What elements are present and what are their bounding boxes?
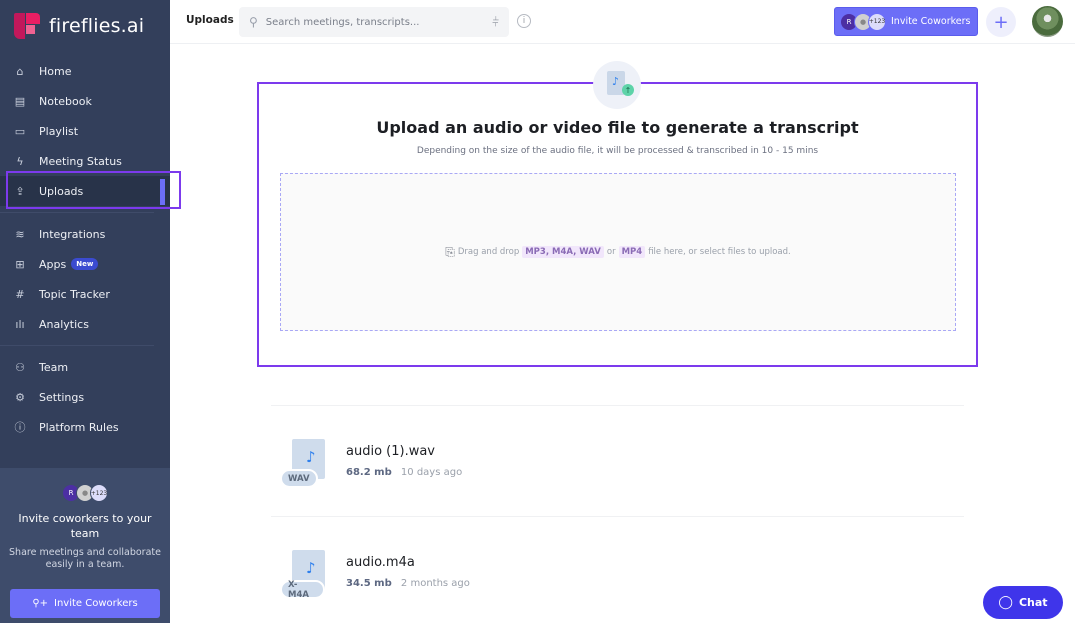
chat-button[interactable]: ◯ Chat [983, 586, 1063, 619]
sidebar-item-analytics[interactable]: ılı Analytics [0, 309, 170, 339]
sidebar-item-topic-tracker[interactable]: # Topic Tracker [0, 279, 170, 309]
chat-bubble-icon: ◯ [998, 595, 1013, 610]
file-type-tag: X-M4A [280, 580, 325, 600]
new-badge: New [71, 258, 99, 270]
logo[interactable]: fireflies.ai [14, 12, 144, 40]
sidebar-item-label: Analytics [39, 317, 89, 331]
formats-primary: MP3, M4A, WAV [522, 246, 604, 258]
user-avatar[interactable] [1032, 6, 1063, 37]
app-root: fireflies.ai ⌂ Home ▤ Notebook ▭ Playlist ϟ Mee… [0, 0, 1075, 623]
upload-title: Upload an audio or video file to generat… [376, 118, 859, 137]
avatar-count: +123 [868, 12, 886, 31]
page-title: Uploads [186, 14, 234, 26]
topbar: Uploads ⚲ ⫩ i R ● +123 Invite Coworkers … [170, 0, 1075, 44]
sidebar-item-label: Topic Tracker [39, 287, 110, 301]
nav-divider [0, 345, 154, 346]
audio-file-icon: ♪ WAV [280, 439, 325, 489]
filter-sliders-icon[interactable]: ⫩ [492, 15, 499, 30]
add-user-icon: ⚲+ [32, 598, 49, 609]
audio-file-icon: ♪ X-M4A [280, 550, 325, 600]
invite-title: Invite coworkers to your team [18, 512, 152, 540]
sidebar-item-settings[interactable]: ⚙ Settings [0, 382, 170, 412]
sidebar-item-team[interactable]: ⚇ Team [0, 352, 170, 382]
info-icon: ⓘ [14, 421, 26, 434]
sidebar-item-label: Notebook [39, 94, 92, 108]
sidebar-item-platform-rules[interactable]: ⓘ Platform Rules [0, 412, 170, 442]
upload-card: Upload an audio or video file to generat… [257, 82, 978, 367]
invite-subtitle: Share meetings and collaborate easily in… [9, 547, 161, 570]
sidebar-item-home[interactable]: ⌂ Home [0, 56, 170, 86]
info-icon[interactable]: i [517, 14, 531, 28]
avatar-count: +123 [90, 484, 108, 502]
sidebar-item-label: Team [39, 360, 69, 374]
sidebar-item-label: Playlist [39, 124, 79, 138]
nav-divider [0, 212, 154, 213]
sidebar-item-label: Home [39, 64, 72, 78]
upload-icon: ⇪ [15, 184, 25, 198]
plus-button[interactable]: + [986, 7, 1016, 37]
search-icon: ⚲ [249, 15, 258, 29]
lightning-icon: ϟ [16, 154, 24, 168]
sidebar-item-label: Apps [39, 257, 67, 271]
fireflies-logo-icon [14, 13, 40, 39]
file-name[interactable]: audio (1).wav [346, 444, 435, 459]
file-row[interactable]: ♪ X-M4A audio.m4a 34.5 mb 2 months ago [271, 516, 964, 623]
sidebar-item-label: Settings [39, 390, 85, 404]
file-name[interactable]: audio.m4a [346, 555, 415, 570]
layers-icon: ≋ [15, 227, 25, 241]
file-add-icon: ⎘ [445, 244, 455, 259]
invite-panel: R ● +123 Invite coworkers to your team S… [0, 468, 170, 623]
file-date: 2 months ago [400, 578, 470, 589]
invite-avatars: R ● +123 [0, 484, 170, 502]
sidebar-item-apps[interactable]: ⊞ Apps New [0, 249, 170, 279]
notebook-icon: ▤ [14, 94, 26, 108]
sidebar-item-label: Integrations [39, 227, 106, 241]
topbar-invite-button[interactable]: R ● +123 Invite Coworkers [834, 7, 978, 36]
sidebar-item-playlist[interactable]: ▭ Playlist [0, 116, 170, 146]
sidebar-item-notebook[interactable]: ▤ Notebook [0, 86, 170, 116]
upload-hero-icon: ♪ ↑ [593, 61, 641, 109]
drop-prefix: Drag and drop [457, 247, 520, 257]
sidebar-nav: ⌂ Home ▤ Notebook ▭ Playlist ϟ Meeting Status ⇪ U… [0, 56, 170, 442]
file-type-tag: WAV [280, 469, 318, 488]
team-icon: ⚇ [15, 360, 25, 374]
file-meta: 34.5 mb 2 months ago [346, 578, 470, 589]
invite-button-label: Invite Coworkers [54, 598, 138, 609]
sidebar: fireflies.ai ⌂ Home ▤ Notebook ▭ Playlist ϟ Mee… [0, 0, 181, 623]
file-list: ♪ WAV audio (1).wav 68.2 mb 10 days ago … [271, 405, 964, 623]
file-size: 34.5 mb [346, 578, 392, 589]
file-date: 10 days ago [400, 467, 463, 478]
playlist-icon: ▭ [14, 124, 26, 138]
search-bar: ⚲ ⫩ [239, 7, 509, 37]
bar-chart-icon: ılı [15, 317, 25, 331]
formats-secondary: MP4 [618, 246, 646, 258]
file-meta: 68.2 mb 10 days ago [346, 467, 462, 478]
upload-subtitle: Depending on the size of the audio file,… [416, 146, 819, 156]
sidebar-item-label: Uploads [39, 184, 84, 198]
sidebar-item-integrations[interactable]: ≋ Integrations [0, 219, 170, 249]
logo-text: fireflies.ai [49, 15, 145, 37]
sidebar-item-meeting-status[interactable]: ϟ Meeting Status [0, 146, 170, 176]
search-input[interactable] [265, 16, 493, 28]
sidebar-item-label: Meeting Status [39, 154, 122, 168]
hash-icon: # [15, 287, 25, 301]
sidebar-item-uploads[interactable]: ⇪ Uploads [0, 176, 170, 206]
invite-coworkers-button[interactable]: ⚲+ Invite Coworkers [10, 589, 160, 618]
home-icon: ⌂ [16, 64, 24, 78]
file-size: 68.2 mb [346, 467, 392, 478]
drop-suffix: file here, or select files to upload. [648, 247, 791, 257]
gear-icon: ⚙ [15, 390, 25, 404]
dropzone[interactable]: ⎘ Drag and drop MP3, M4A, WAV or MP4 fil… [280, 173, 956, 331]
apps-grid-icon: ⊞ [15, 257, 25, 271]
file-row[interactable]: ♪ WAV audio (1).wav 68.2 mb 10 days ago [271, 405, 964, 516]
drop-or: or [606, 247, 616, 257]
sidebar-item-label: Platform Rules [39, 420, 119, 434]
topbar-invite-label: Invite Coworkers [891, 16, 971, 27]
chat-label: Chat [1018, 596, 1048, 609]
